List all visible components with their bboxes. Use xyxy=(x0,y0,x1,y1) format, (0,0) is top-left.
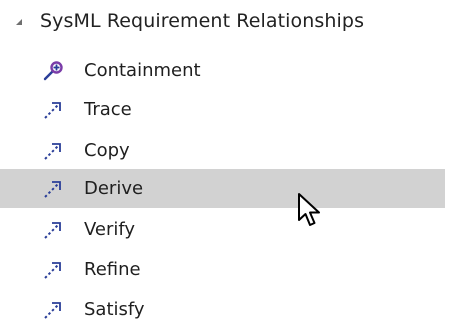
mouse-cursor-icon xyxy=(296,192,328,230)
item-label: Verify xyxy=(84,219,136,240)
dashed-arrow-icon xyxy=(42,99,64,121)
dashed-arrow-icon xyxy=(42,178,64,200)
group-header[interactable]: SysML Requirement Relationships xyxy=(0,4,445,40)
dashed-arrow-icon xyxy=(42,140,64,162)
toolbox-panel: SysML Requirement Relationships Containm… xyxy=(0,0,475,336)
toolbox-item-satisfy[interactable]: Satisfy xyxy=(0,290,445,329)
toolbox-item-verify[interactable]: Verify xyxy=(0,210,445,249)
dashed-arrow-icon xyxy=(42,299,64,321)
toolbox-item-containment[interactable]: Containment xyxy=(0,51,445,90)
toolbox-item-refine[interactable]: Refine xyxy=(0,250,445,289)
dashed-arrow-icon xyxy=(42,219,64,241)
item-label: Satisfy xyxy=(84,299,145,320)
collapse-arrow-icon[interactable] xyxy=(16,19,22,25)
containment-icon xyxy=(42,60,64,82)
item-label: Refine xyxy=(84,259,141,280)
toolbox-item-derive[interactable]: Derive xyxy=(0,169,445,208)
toolbox-item-trace[interactable]: Trace xyxy=(0,90,445,129)
toolbox-item-copy[interactable]: Copy xyxy=(0,131,445,170)
group-title: SysML Requirement Relationships xyxy=(40,10,365,32)
item-label: Copy xyxy=(84,140,130,161)
item-label: Trace xyxy=(84,99,132,120)
dashed-arrow-icon xyxy=(42,259,64,281)
item-label: Containment xyxy=(84,60,201,81)
item-label: Derive xyxy=(84,178,144,199)
